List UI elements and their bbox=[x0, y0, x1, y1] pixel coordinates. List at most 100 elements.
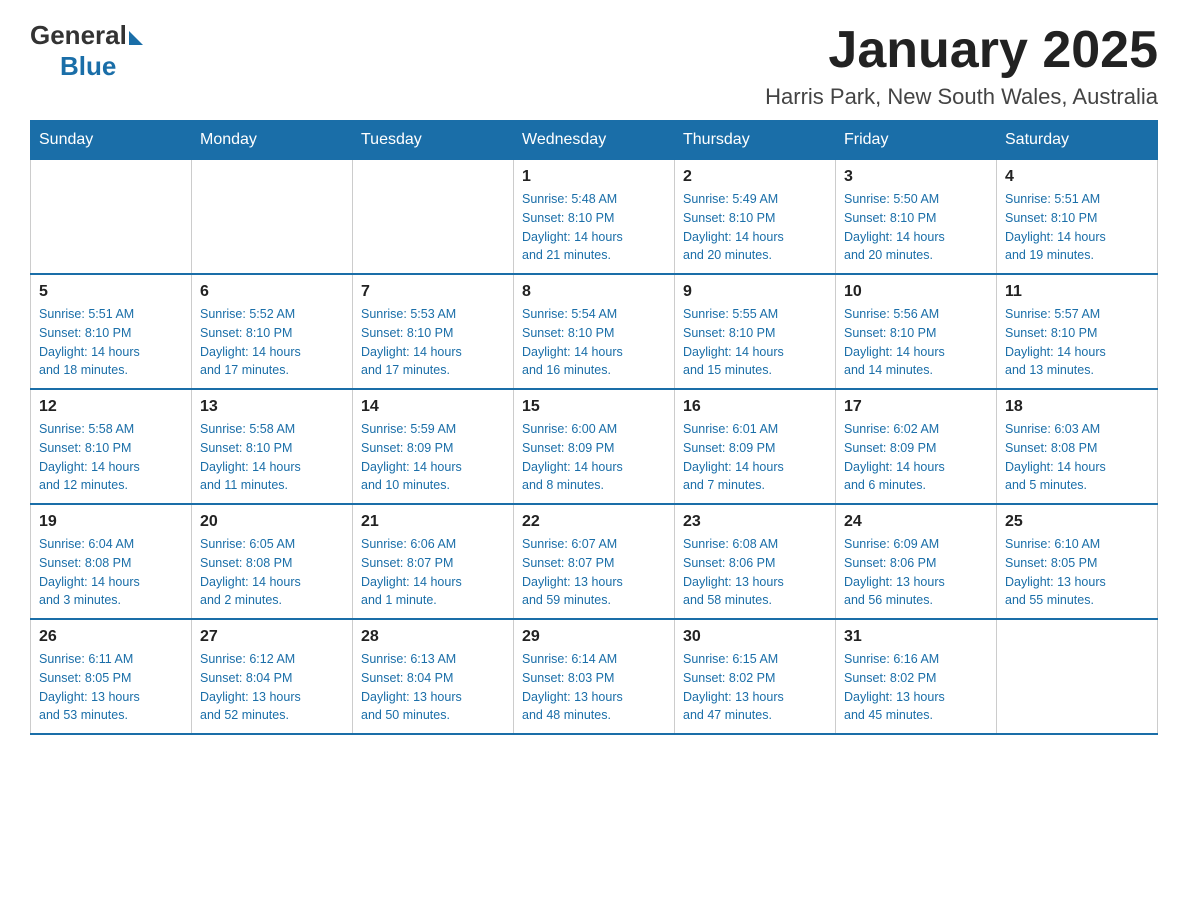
day-number: 2 bbox=[683, 168, 827, 186]
page-subtitle: Harris Park, New South Wales, Australia bbox=[765, 84, 1158, 110]
day-number: 29 bbox=[522, 628, 666, 646]
weekday-header-thursday: Thursday bbox=[675, 121, 836, 160]
calendar-week-row: 12 Sunrise: 5:58 AMSunset: 8:10 PMDayligh… bbox=[31, 389, 1158, 504]
day-number: 5 bbox=[39, 283, 183, 301]
day-info: Sunrise: 6:04 AMSunset: 8:08 PMDaylight:… bbox=[39, 535, 183, 610]
calendar-cell: 26 Sunrise: 6:11 AMSunset: 8:05 PMDayligh… bbox=[31, 619, 192, 734]
calendar-cell: 14Sunrise: 5:59 AMSunset: 8:09 PMDayligh… bbox=[353, 389, 514, 504]
day-info: Sunrise: 6:07 AMSunset: 8:07 PMDaylight:… bbox=[522, 535, 666, 610]
calendar-cell: 20Sunrise: 6:05 AMSunset: 8:08 PMDayligh… bbox=[192, 504, 353, 619]
calendar-cell: 16 Sunrise: 6:01 AMSunset: 8:09 PMDayligh… bbox=[675, 389, 836, 504]
weekday-header-tuesday: Tuesday bbox=[353, 121, 514, 160]
day-info: Sunrise: 5:56 AMSunset: 8:10 PMDaylight:… bbox=[844, 305, 988, 380]
day-info: Sunrise: 6:06 AMSunset: 8:07 PMDaylight:… bbox=[361, 535, 505, 610]
calendar-cell: 22 Sunrise: 6:07 AMSunset: 8:07 PMDayligh… bbox=[514, 504, 675, 619]
calendar-cell: 9 Sunrise: 5:55 AMSunset: 8:10 PMDaylight… bbox=[675, 274, 836, 389]
day-info: Sunrise: 5:58 AMSunset: 8:10 PMDaylight:… bbox=[39, 420, 183, 495]
day-info: Sunrise: 6:09 AMSunset: 8:06 PMDaylight:… bbox=[844, 535, 988, 610]
day-info: Sunrise: 5:48 AMSunset: 8:10 PMDaylight:… bbox=[522, 190, 666, 265]
day-number: 7 bbox=[361, 283, 505, 301]
day-number: 11 bbox=[1005, 283, 1149, 301]
calendar-cell: 31 Sunrise: 6:16 AMSunset: 8:02 PMDayligh… bbox=[836, 619, 997, 734]
day-info: Sunrise: 6:14 AMSunset: 8:03 PMDaylight:… bbox=[522, 650, 666, 725]
day-info: Sunrise: 5:51 AMSunset: 8:10 PMDaylight:… bbox=[39, 305, 183, 380]
day-number: 31 bbox=[844, 628, 988, 646]
calendar-cell bbox=[353, 160, 514, 275]
day-number: 18 bbox=[1005, 398, 1149, 416]
weekday-header-wednesday: Wednesday bbox=[514, 121, 675, 160]
calendar-cell: 28 Sunrise: 6:13 AMSunset: 8:04 PMDayligh… bbox=[353, 619, 514, 734]
calendar-cell: 21 Sunrise: 6:06 AMSunset: 8:07 PMDayligh… bbox=[353, 504, 514, 619]
day-number: 21 bbox=[361, 513, 505, 531]
day-number: 15 bbox=[522, 398, 666, 416]
calendar-cell: 2Sunrise: 5:49 AMSunset: 8:10 PMDaylight… bbox=[675, 160, 836, 275]
calendar-week-row: 1 Sunrise: 5:48 AMSunset: 8:10 PMDaylight… bbox=[31, 160, 1158, 275]
day-number: 28 bbox=[361, 628, 505, 646]
logo-triangle-icon bbox=[129, 31, 143, 45]
page-title: January 2025 bbox=[765, 20, 1158, 80]
day-info: Sunrise: 6:16 AMSunset: 8:02 PMDaylight:… bbox=[844, 650, 988, 725]
day-number: 1 bbox=[522, 168, 666, 186]
day-number: 25 bbox=[1005, 513, 1149, 531]
calendar-cell: 15 Sunrise: 6:00 AMSunset: 8:09 PMDayligh… bbox=[514, 389, 675, 504]
calendar-week-row: 26 Sunrise: 6:11 AMSunset: 8:05 PMDayligh… bbox=[31, 619, 1158, 734]
day-number: 4 bbox=[1005, 168, 1149, 186]
calendar-week-row: 5 Sunrise: 5:51 AMSunset: 8:10 PMDaylight… bbox=[31, 274, 1158, 389]
day-info: Sunrise: 5:54 AMSunset: 8:10 PMDaylight:… bbox=[522, 305, 666, 380]
day-info: Sunrise: 6:01 AMSunset: 8:09 PMDaylight:… bbox=[683, 420, 827, 495]
day-info: Sunrise: 6:05 AMSunset: 8:08 PMDaylight:… bbox=[200, 535, 344, 610]
calendar-cell: 7 Sunrise: 5:53 AMSunset: 8:10 PMDaylight… bbox=[353, 274, 514, 389]
weekday-header-monday: Monday bbox=[192, 121, 353, 160]
day-number: 10 bbox=[844, 283, 988, 301]
day-info: Sunrise: 5:50 AMSunset: 8:10 PMDaylight:… bbox=[844, 190, 988, 265]
day-number: 9 bbox=[683, 283, 827, 301]
day-number: 19 bbox=[39, 513, 183, 531]
calendar-cell bbox=[31, 160, 192, 275]
day-info: Sunrise: 5:58 AMSunset: 8:10 PMDaylight:… bbox=[200, 420, 344, 495]
calendar-cell: 25Sunrise: 6:10 AMSunset: 8:05 PMDayligh… bbox=[997, 504, 1158, 619]
calendar-cell: 11 Sunrise: 5:57 AMSunset: 8:10 PMDayligh… bbox=[997, 274, 1158, 389]
calendar-cell: 10 Sunrise: 5:56 AMSunset: 8:10 PMDayligh… bbox=[836, 274, 997, 389]
calendar-week-row: 19 Sunrise: 6:04 AMSunset: 8:08 PMDayligh… bbox=[31, 504, 1158, 619]
day-info: Sunrise: 5:53 AMSunset: 8:10 PMDaylight:… bbox=[361, 305, 505, 380]
day-info: Sunrise: 5:59 AMSunset: 8:09 PMDaylight:… bbox=[361, 420, 505, 495]
day-info: Sunrise: 6:15 AMSunset: 8:02 PMDaylight:… bbox=[683, 650, 827, 725]
calendar-cell bbox=[997, 619, 1158, 734]
logo-blue-text: Blue bbox=[60, 51, 116, 82]
day-info: Sunrise: 6:00 AMSunset: 8:09 PMDaylight:… bbox=[522, 420, 666, 495]
day-info: Sunrise: 6:13 AMSunset: 8:04 PMDaylight:… bbox=[361, 650, 505, 725]
logo-general-text: General bbox=[30, 20, 127, 51]
day-number: 26 bbox=[39, 628, 183, 646]
calendar-cell: 12 Sunrise: 5:58 AMSunset: 8:10 PMDayligh… bbox=[31, 389, 192, 504]
day-info: Sunrise: 5:55 AMSunset: 8:10 PMDaylight:… bbox=[683, 305, 827, 380]
calendar-cell: 6Sunrise: 5:52 AMSunset: 8:10 PMDaylight… bbox=[192, 274, 353, 389]
calendar-cell: 5 Sunrise: 5:51 AMSunset: 8:10 PMDaylight… bbox=[31, 274, 192, 389]
logo: General Blue bbox=[30, 20, 143, 82]
calendar-cell: 24Sunrise: 6:09 AMSunset: 8:06 PMDayligh… bbox=[836, 504, 997, 619]
calendar-cell: 4 Sunrise: 5:51 AMSunset: 8:10 PMDaylight… bbox=[997, 160, 1158, 275]
day-number: 3 bbox=[844, 168, 988, 186]
calendar-cell: 18 Sunrise: 6:03 AMSunset: 8:08 PMDayligh… bbox=[997, 389, 1158, 504]
day-info: Sunrise: 5:51 AMSunset: 8:10 PMDaylight:… bbox=[1005, 190, 1149, 265]
calendar-cell: 29 Sunrise: 6:14 AMSunset: 8:03 PMDayligh… bbox=[514, 619, 675, 734]
day-number: 16 bbox=[683, 398, 827, 416]
page-header: General Blue January 2025 Harris Park, N… bbox=[30, 20, 1158, 110]
weekday-header-friday: Friday bbox=[836, 121, 997, 160]
day-number: 12 bbox=[39, 398, 183, 416]
calendar-header-row: SundayMondayTuesdayWednesdayThursdayFrid… bbox=[31, 121, 1158, 160]
day-info: Sunrise: 6:11 AMSunset: 8:05 PMDaylight:… bbox=[39, 650, 183, 725]
day-number: 27 bbox=[200, 628, 344, 646]
title-block: January 2025 Harris Park, New South Wale… bbox=[765, 20, 1158, 110]
day-info: Sunrise: 6:03 AMSunset: 8:08 PMDaylight:… bbox=[1005, 420, 1149, 495]
calendar-cell bbox=[192, 160, 353, 275]
day-number: 17 bbox=[844, 398, 988, 416]
day-number: 22 bbox=[522, 513, 666, 531]
day-info: Sunrise: 6:02 AMSunset: 8:09 PMDaylight:… bbox=[844, 420, 988, 495]
calendar-cell: 1 Sunrise: 5:48 AMSunset: 8:10 PMDaylight… bbox=[514, 160, 675, 275]
calendar-cell: 17 Sunrise: 6:02 AMSunset: 8:09 PMDayligh… bbox=[836, 389, 997, 504]
day-number: 23 bbox=[683, 513, 827, 531]
calendar-cell: 19 Sunrise: 6:04 AMSunset: 8:08 PMDayligh… bbox=[31, 504, 192, 619]
day-info: Sunrise: 5:57 AMSunset: 8:10 PMDaylight:… bbox=[1005, 305, 1149, 380]
calendar-table: SundayMondayTuesdayWednesdayThursdayFrid… bbox=[30, 120, 1158, 735]
weekday-header-saturday: Saturday bbox=[997, 121, 1158, 160]
